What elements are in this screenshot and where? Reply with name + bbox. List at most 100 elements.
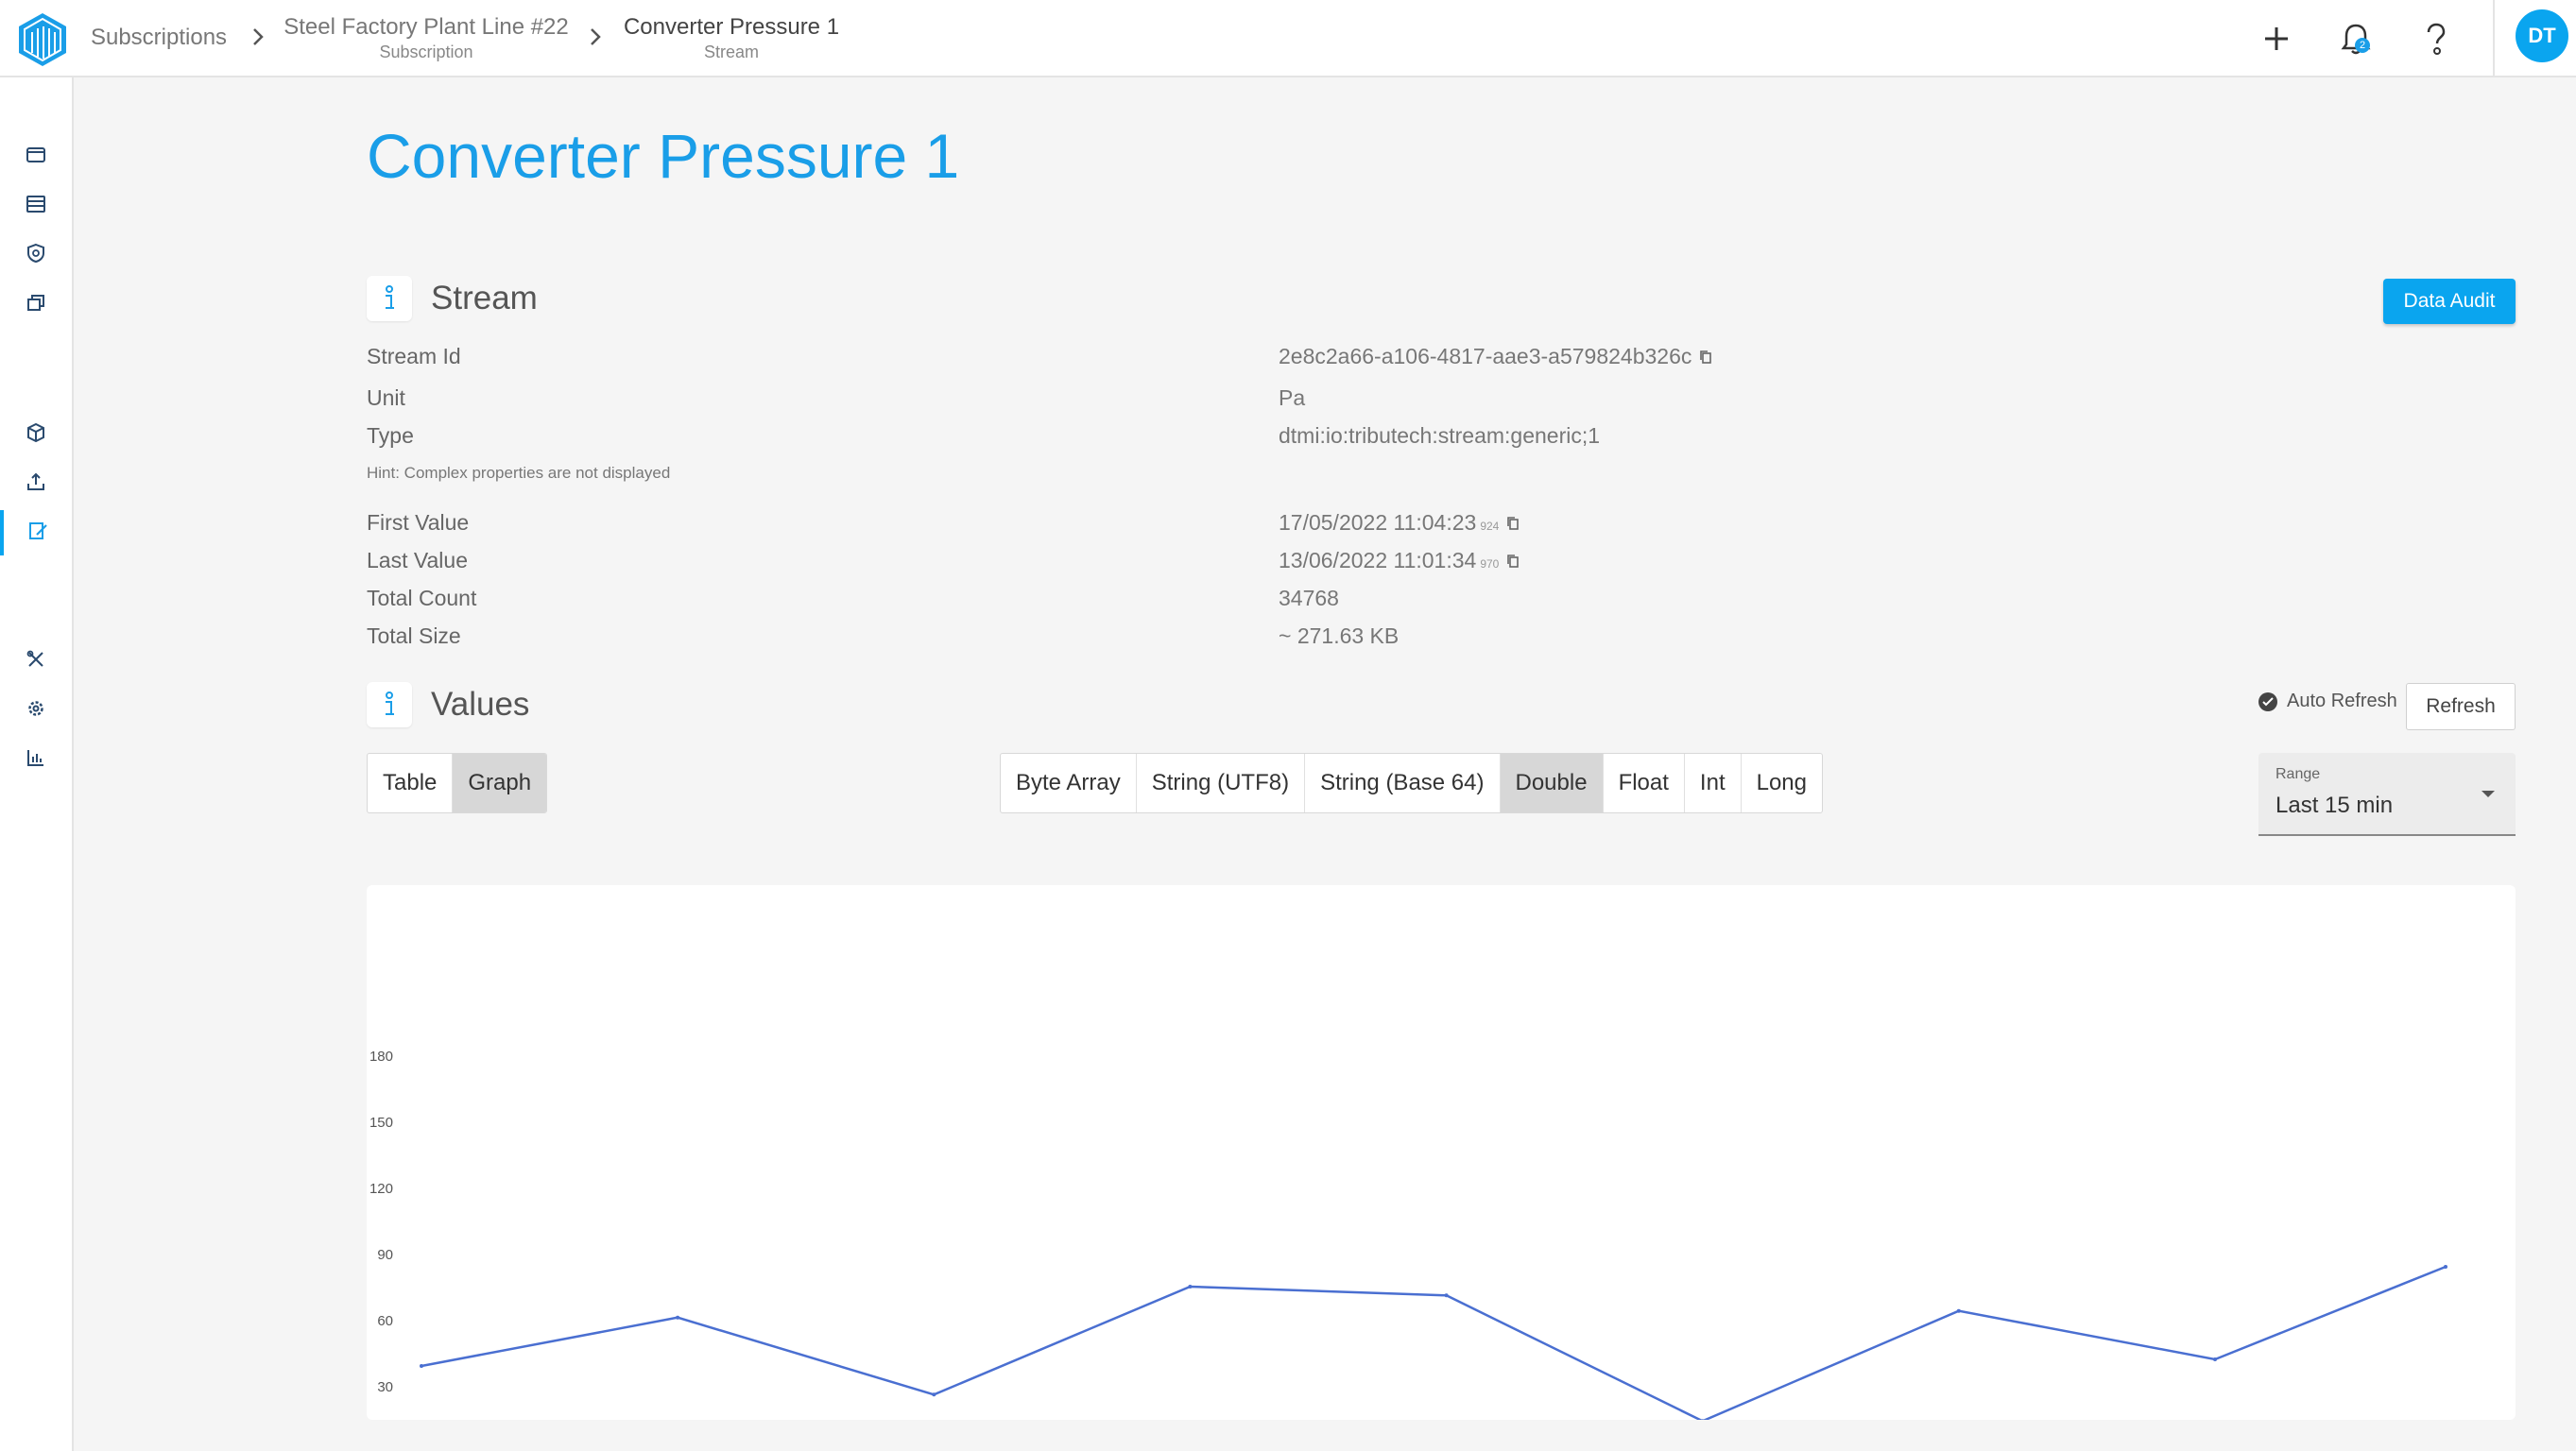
prop-label-total-size: Total Size [367,623,461,648]
add-icon[interactable] [2255,17,2298,60]
copy-icon[interactable] [1506,549,1520,568]
prop-value-total-count: 34768 [1279,586,1339,610]
prop-label-total-count: Total Count [367,586,477,610]
sidebar-item-sources[interactable] [0,461,72,506]
prop-label-last-value: Last Value [367,548,468,572]
prop-label-type: Type [367,423,414,448]
line-chart: 030609012015018010:5010:5210:5410:5610:5… [369,1049,2447,1420]
type-toggle-group: Byte Array String (UTF8) String (Base 64… [1000,753,1823,813]
sidebar-item-tools[interactable] [0,639,72,684]
data-point [2213,1357,2217,1361]
edit-document-icon [27,521,48,546]
app-logo[interactable] [15,11,70,68]
view-toggle-group: Table Graph [367,753,548,813]
sidebar-item-security[interactable] [0,232,72,278]
copy-icon[interactable] [1506,511,1520,530]
breadcrumb-sublabel: Stream [703,42,760,61]
sidebar-item-settings[interactable] [0,688,72,733]
toggle-double[interactable]: Double [1500,754,1604,812]
gear-icon [26,698,46,724]
toggle-table[interactable]: Table [368,754,454,812]
data-point [420,1364,423,1368]
info-icon [367,276,412,321]
refresh-button[interactable]: Refresh [2406,683,2516,730]
sidebar-item-subscriptions[interactable] [0,510,72,555]
y-tick-label: 120 [369,1181,393,1197]
toggle-int[interactable]: Int [1685,754,1742,812]
breadcrumb-subscriptions[interactable]: Subscriptions [90,0,228,76]
last-value-text: 13/06/2022 11:01:34 [1279,548,1477,572]
first-value-text: 17/05/2022 11:04:23 [1279,510,1477,535]
toggle-string-base64[interactable]: String (Base 64) [1305,754,1501,812]
check-icon [2258,691,2277,711]
copies-icon [26,292,46,317]
breadcrumb-subscription[interactable]: Steel Factory Plant Line #22 Subscriptio… [283,0,569,76]
prop-value-last-value: 13/06/2022 11:01:34 970 [1279,548,1520,573]
bar-chart-icon [26,747,46,773]
sidebar-item-browser[interactable] [0,134,72,179]
values-section-header: Values [367,682,529,727]
values-section-title: Values [431,686,530,723]
prop-value-first-value: 17/05/2022 11:04:23 924 [1279,510,1520,536]
data-audit-button[interactable]: Data Audit [2383,279,2516,324]
cube-icon [26,422,46,448]
auto-refresh-checkbox[interactable]: Auto Refresh [2258,691,2397,712]
breadcrumb-label: Steel Factory Plant Line #22 [283,13,569,40]
range-label: Range [2275,766,2321,782]
range-value: Last 15 min [2275,793,2394,818]
y-tick-label: 150 [369,1115,393,1131]
toggle-byte-array[interactable]: Byte Array [1001,754,1137,812]
copy-icon[interactable] [1699,345,1712,364]
y-tick-label: 90 [377,1247,393,1263]
breadcrumb-sublabel: Subscription [379,42,473,61]
toggle-string-utf8[interactable]: String (UTF8) [1137,754,1306,812]
data-point [1444,1293,1449,1298]
sidebar [0,77,74,1451]
prop-value-type: dtmi:io:tributech:stream:generic;1 [1279,423,1601,448]
help-icon[interactable] [2413,17,2457,60]
prop-value-unit: Pa [1279,385,1306,410]
bell-icon[interactable]: 2 [2334,17,2378,60]
server-icon [26,195,46,218]
y-tick-label: 30 [377,1379,393,1395]
toggle-float[interactable]: Float [1604,754,1685,812]
breadcrumb-label: Converter Pressure 1 [623,13,840,40]
auto-refresh-label: Auto Refresh [2287,691,2397,711]
data-point [2444,1265,2447,1269]
stream-id-text: 2e8c2a66-a106-4817-aae3-a579824b326c [1279,344,1692,368]
prop-label-unit: Unit [367,385,405,410]
sidebar-item-models[interactable] [0,412,72,457]
toggle-long[interactable]: Long [1742,754,1822,812]
data-point [932,1392,936,1397]
shield-icon [26,243,46,268]
y-tick-label: 60 [377,1313,393,1329]
top-bar: Subscriptions Steel Factory Plant Line #… [0,0,2576,77]
user-avatar[interactable]: DT [2516,9,2568,62]
sidebar-item-analytics[interactable] [0,737,72,782]
first-value-ms: 924 [1480,520,1500,533]
y-tick-label: 180 [369,1049,393,1065]
prop-label-stream-id: Stream Id [367,344,461,368]
chevron-right-icon [585,25,606,49]
toggle-graph[interactable]: Graph [453,754,547,812]
breadcrumb-stream[interactable]: Converter Pressure 1 Stream [620,0,843,76]
upload-tray-icon [26,471,46,497]
stream-section-title: Stream [431,280,538,316]
topbar-divider [2493,0,2495,76]
prop-value-stream-id: 2e8c2a66-a106-4817-aae3-a579824b326c [1279,344,1712,369]
data-point [1956,1308,1961,1313]
prop-value-total-size: ~ 271.63 KB [1279,623,1400,648]
sidebar-item-copies[interactable] [0,282,72,327]
data-point [1188,1285,1193,1289]
caret-down-icon [2482,791,2495,797]
page-title: Converter Pressure 1 [367,121,960,191]
breadcrumb-label: Subscriptions [90,25,228,50]
last-value-ms: 970 [1480,557,1500,571]
window-icon [26,145,46,169]
range-select[interactable]: Range Last 15 min [2258,753,2516,836]
sidebar-item-storage[interactable] [0,183,72,229]
series-line [421,1265,2447,1420]
stream-section-header: Stream [367,276,538,321]
prop-label-first-value: First Value [367,510,470,535]
tools-icon [26,649,46,674]
